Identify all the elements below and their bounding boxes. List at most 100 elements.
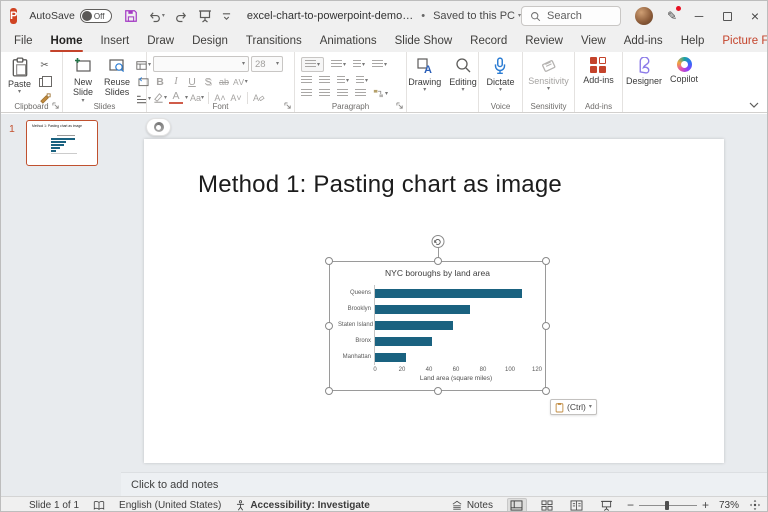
resize-handle-sw[interactable] [325, 387, 333, 395]
increase-indent-button[interactable] [319, 76, 330, 85]
reuse-slides-button[interactable]: Reuse Slides [101, 55, 133, 100]
underline-button[interactable]: U [185, 75, 199, 88]
spell-check-button[interactable] [93, 500, 105, 511]
numbering-button[interactable]: ▾ [331, 60, 346, 69]
fit-slide-button[interactable] [749, 499, 761, 511]
selected-chart-image[interactable]: NYC boroughs by land area QueensBrooklyn… [329, 261, 546, 391]
tab-file[interactable]: File [5, 31, 42, 52]
paste-options-button[interactable]: (Ctrl) ▾ [550, 399, 597, 415]
bullets-button[interactable]: ▾ [301, 57, 324, 72]
align-left-button[interactable] [301, 89, 312, 98]
slide-editor-area[interactable]: Method 1: Pasting chart as image NYC bor… [121, 114, 768, 472]
dictate-button[interactable]: Dictate▾ [483, 55, 517, 95]
saved-status[interactable]: Saved to this PC ▾ [433, 10, 521, 22]
pen-notification-icon[interactable]: ✎ [667, 9, 677, 23]
dropdown-icon: ▾ [499, 87, 502, 93]
resize-handle-nw[interactable] [325, 257, 333, 265]
tab-picture-format[interactable]: Picture Format [713, 31, 768, 52]
bold-button[interactable]: B [153, 75, 167, 88]
notes-toggle-button[interactable]: Notes [451, 500, 493, 511]
tab-animations[interactable]: Animations [311, 31, 386, 52]
autosave-switch-icon[interactable]: Off [80, 9, 112, 23]
search-input[interactable]: Search [521, 6, 621, 26]
tab-home[interactable]: Home [42, 31, 92, 52]
slide-sorter-view-button[interactable] [537, 498, 557, 512]
rotation-handle[interactable] [431, 235, 444, 248]
convert-smartart-button[interactable]: ▾ [373, 89, 388, 98]
italic-button[interactable]: I [169, 75, 183, 88]
addins-button[interactable]: Add-ins [580, 55, 617, 87]
tab-record[interactable]: Record [461, 31, 516, 52]
close-button[interactable]: × [741, 1, 768, 31]
undo-button[interactable]: ▾ [148, 10, 165, 23]
canvas-copilot-button[interactable] [146, 118, 171, 136]
resize-handle-n[interactable] [434, 257, 442, 265]
zoom-slider-handle[interactable] [665, 501, 669, 510]
slide-canvas[interactable]: Method 1: Pasting chart as image NYC bor… [144, 139, 724, 463]
justify-button[interactable] [355, 89, 366, 98]
new-slide-button[interactable]: New Slide▾ [67, 55, 99, 106]
redo-button[interactable] [175, 10, 188, 23]
text-shadow-button[interactable]: S [201, 75, 215, 88]
resize-handle-s[interactable] [434, 387, 442, 395]
reading-view-button[interactable] [567, 498, 587, 512]
zoom-out-button[interactable]: − [627, 498, 634, 512]
tab-transitions[interactable]: Transitions [237, 31, 311, 52]
zoom-in-button[interactable]: + [702, 498, 709, 512]
resize-handle-ne[interactable] [542, 257, 550, 265]
align-right-button[interactable] [337, 89, 348, 98]
copilot-button[interactable]: Copilot [667, 55, 701, 86]
zoom-level[interactable]: 73% [719, 500, 739, 511]
autosave-toggle[interactable]: AutoSave Off [29, 9, 112, 23]
strikethrough-button[interactable]: ab [217, 75, 231, 88]
slide-thumbnail[interactable]: Method 1: Pasting chart as image [26, 120, 98, 166]
copy-button[interactable]: ▾ [36, 75, 53, 89]
language-indicator[interactable]: English (United States) [119, 500, 221, 511]
slide-indicator[interactable]: Slide 1 of 1 [29, 500, 79, 511]
tab-help[interactable]: Help [672, 31, 714, 52]
tab-view[interactable]: View [572, 31, 615, 52]
columns-button[interactable]: ▾ [337, 76, 349, 85]
cut-button[interactable]: ✂ [36, 58, 53, 72]
slide-thumbnail-panel[interactable]: 1 Method 1: Pasting chart as image [1, 114, 121, 496]
designer-button[interactable]: Designer [623, 55, 665, 88]
slideshow-view-button[interactable] [597, 498, 617, 512]
line-spacing-button[interactable]: ▾ [372, 60, 387, 69]
resize-handle-e[interactable] [542, 322, 550, 330]
powerpoint-app-icon[interactable]: P [10, 8, 17, 24]
list-level-button[interactable]: ▾ [353, 60, 365, 69]
editing-button[interactable]: Editing▾ [446, 55, 480, 95]
zoom-slider[interactable] [639, 505, 697, 506]
customize-qat-button[interactable] [222, 12, 231, 21]
align-center-button[interactable] [319, 89, 330, 98]
tab-design[interactable]: Design [183, 31, 237, 52]
font-size-combo[interactable]: 28▾ [251, 56, 283, 72]
user-avatar[interactable] [635, 7, 653, 25]
character-spacing-button[interactable]: AV▾ [233, 75, 248, 88]
tab-add-ins[interactable]: Add-ins [615, 31, 672, 52]
save-button[interactable] [124, 9, 138, 23]
collapse-ribbon-button[interactable] [749, 102, 759, 108]
tab-insert[interactable]: Insert [91, 31, 138, 52]
paste-button[interactable]: Paste▾ [5, 55, 34, 97]
font-dialog-launcher[interactable] [284, 102, 292, 110]
drawing-button[interactable]: A Drawing▾ [405, 55, 444, 95]
resize-handle-se[interactable] [542, 387, 550, 395]
font-name-combo[interactable]: ▾ [153, 56, 249, 72]
normal-view-button[interactable] [507, 498, 527, 512]
ribbon-tab-row: FileHomeInsertDrawDesignTransitionsAnima… [1, 31, 768, 52]
clipboard-dialog-launcher[interactable] [52, 102, 60, 110]
tab-review[interactable]: Review [516, 31, 572, 52]
slide-title[interactable]: Method 1: Pasting chart as image [198, 171, 562, 199]
start-slideshow-button[interactable] [198, 9, 212, 23]
resize-handle-w[interactable] [325, 322, 333, 330]
accessibility-status[interactable]: Accessibility: Investigate [235, 500, 370, 511]
minimize-button[interactable]: ─ [685, 1, 713, 31]
tab-slide-show[interactable]: Slide Show [386, 31, 462, 52]
maximize-button[interactable] [713, 1, 741, 31]
decrease-indent-button[interactable] [301, 76, 312, 85]
notes-pane[interactable]: Click to add notes [121, 472, 768, 496]
text-direction-button[interactable]: ▾ [356, 76, 368, 85]
tab-draw[interactable]: Draw [138, 31, 183, 52]
paragraph-dialog-launcher[interactable] [396, 102, 404, 110]
